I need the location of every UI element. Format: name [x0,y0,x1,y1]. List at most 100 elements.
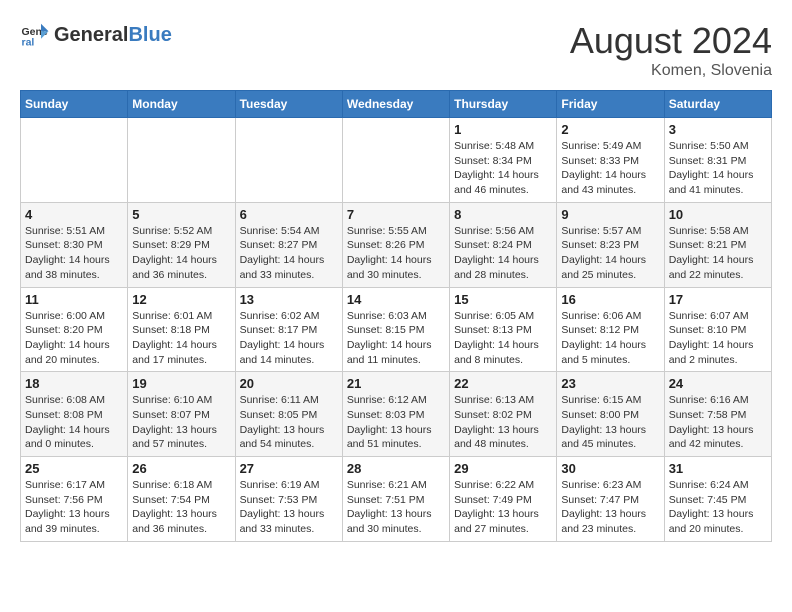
day-number: 9 [561,207,659,222]
logo: Gene ral GeneralBlue [20,20,172,50]
day-info: Sunrise: 6:18 AM Sunset: 7:54 PM Dayligh… [132,478,230,537]
day-cell: 28 Sunrise: 6:21 AM Sunset: 7:51 PM Dayli… [342,457,449,542]
day-info: Sunrise: 6:10 AM Sunset: 8:07 PM Dayligh… [132,393,230,452]
day-number: 6 [240,207,338,222]
day-number: 25 [25,461,123,476]
day-number: 14 [347,292,445,307]
location: Komen, Slovenia [570,62,772,80]
day-number: 4 [25,207,123,222]
day-cell: 13Sunrise: 6:02 AM Sunset: 8:17 PM Dayli… [235,287,342,372]
calendar-table: SundayMondayTuesdayWednesdayThursdayFrid… [20,90,772,542]
weekday-header-tuesday: Tuesday [235,91,342,118]
day-cell: 10Sunrise: 5:58 AM Sunset: 8:21 PM Dayli… [664,202,771,287]
week-row-4: 18 Sunrise: 6:08 AM Sunset: 8:08 PM Dayli… [21,372,772,457]
week-row-1: 1Sunrise: 5:48 AM Sunset: 8:34 PM Daylig… [21,118,772,203]
day-cell: 12Sunrise: 6:01 AM Sunset: 8:18 PM Dayli… [128,287,235,372]
day-cell [342,118,449,203]
day-cell: 26Sunrise: 6:18 AM Sunset: 7:54 PM Dayli… [128,457,235,542]
day-number: 24 [669,376,767,391]
day-number: 19 [132,376,230,391]
logo-icon: Gene ral [20,20,50,50]
day-info: Sunrise: 6:12 AM Sunset: 8:03 PM Dayligh… [347,393,445,452]
page-header: Gene ral GeneralBlue August 2024 Komen, … [20,20,772,80]
day-cell: 30Sunrise: 6:23 AM Sunset: 7:47 PM Dayli… [557,457,664,542]
day-cell: 20Sunrise: 6:11 AM Sunset: 8:05 PM Dayli… [235,372,342,457]
day-info: Sunrise: 5:51 AM Sunset: 8:30 PM Dayligh… [25,224,123,283]
day-cell: 21 Sunrise: 6:12 AM Sunset: 8:03 PM Dayli… [342,372,449,457]
day-cell: 16Sunrise: 6:06 AM Sunset: 8:12 PM Dayli… [557,287,664,372]
day-info: Sunrise: 5:52 AM Sunset: 8:29 PM Dayligh… [132,224,230,283]
day-number: 30 [561,461,659,476]
weekday-header-thursday: Thursday [450,91,557,118]
day-cell: 8 Sunrise: 5:56 AM Sunset: 8:24 PM Daylig… [450,202,557,287]
day-info: Sunrise: 6:16 AM Sunset: 7:58 PM Dayligh… [669,393,767,452]
day-info: Sunrise: 6:08 AM Sunset: 8:08 PM Dayligh… [25,393,123,452]
day-number: 15 [454,292,552,307]
week-row-3: 11 Sunrise: 6:00 AM Sunset: 8:20 PM Dayli… [21,287,772,372]
day-info: Sunrise: 6:07 AM Sunset: 8:10 PM Dayligh… [669,309,767,368]
day-cell: 15 Sunrise: 6:05 AM Sunset: 8:13 PM Dayli… [450,287,557,372]
day-number: 7 [347,207,445,222]
title-area: August 2024 Komen, Slovenia [570,20,772,80]
day-number: 13 [240,292,338,307]
day-info: Sunrise: 5:56 AM Sunset: 8:24 PM Dayligh… [454,224,552,283]
month-year: August 2024 [570,20,772,62]
day-number: 12 [132,292,230,307]
day-number: 11 [25,292,123,307]
day-info: Sunrise: 5:57 AM Sunset: 8:23 PM Dayligh… [561,224,659,283]
day-info: Sunrise: 6:03 AM Sunset: 8:15 PM Dayligh… [347,309,445,368]
day-number: 27 [240,461,338,476]
weekday-header-saturday: Saturday [664,91,771,118]
day-info: Sunrise: 6:11 AM Sunset: 8:05 PM Dayligh… [240,393,338,452]
day-number: 23 [561,376,659,391]
day-cell: 27 Sunrise: 6:19 AM Sunset: 7:53 PM Dayli… [235,457,342,542]
day-cell: 11 Sunrise: 6:00 AM Sunset: 8:20 PM Dayli… [21,287,128,372]
day-number: 29 [454,461,552,476]
day-cell: 17 Sunrise: 6:07 AM Sunset: 8:10 PM Dayli… [664,287,771,372]
day-cell: 4 Sunrise: 5:51 AM Sunset: 8:30 PM Daylig… [21,202,128,287]
day-cell: 5 Sunrise: 5:52 AM Sunset: 8:29 PM Daylig… [128,202,235,287]
day-number: 18 [25,376,123,391]
day-cell: 2 Sunrise: 5:49 AM Sunset: 8:33 PM Daylig… [557,118,664,203]
day-info: Sunrise: 6:05 AM Sunset: 8:13 PM Dayligh… [454,309,552,368]
day-number: 28 [347,461,445,476]
day-info: Sunrise: 5:50 AM Sunset: 8:31 PM Dayligh… [669,139,767,198]
day-info: Sunrise: 5:55 AM Sunset: 8:26 PM Dayligh… [347,224,445,283]
day-info: Sunrise: 6:00 AM Sunset: 8:20 PM Dayligh… [25,309,123,368]
day-number: 1 [454,122,552,137]
day-cell: 6 Sunrise: 5:54 AM Sunset: 8:27 PM Daylig… [235,202,342,287]
day-number: 8 [454,207,552,222]
day-cell [128,118,235,203]
day-number: 10 [669,207,767,222]
day-cell: 23 Sunrise: 6:15 AM Sunset: 8:00 PM Dayli… [557,372,664,457]
day-cell: 18 Sunrise: 6:08 AM Sunset: 8:08 PM Dayli… [21,372,128,457]
day-number: 3 [669,122,767,137]
day-info: Sunrise: 6:13 AM Sunset: 8:02 PM Dayligh… [454,393,552,452]
day-cell: 19 Sunrise: 6:10 AM Sunset: 8:07 PM Dayli… [128,372,235,457]
day-number: 2 [561,122,659,137]
week-row-5: 25 Sunrise: 6:17 AM Sunset: 7:56 PM Dayli… [21,457,772,542]
weekday-header-monday: Monday [128,91,235,118]
day-number: 31 [669,461,767,476]
day-info: Sunrise: 5:54 AM Sunset: 8:27 PM Dayligh… [240,224,338,283]
day-number: 5 [132,207,230,222]
day-cell: 1Sunrise: 5:48 AM Sunset: 8:34 PM Daylig… [450,118,557,203]
day-info: Sunrise: 6:15 AM Sunset: 8:00 PM Dayligh… [561,393,659,452]
weekday-header-friday: Friday [557,91,664,118]
weekday-header-wednesday: Wednesday [342,91,449,118]
day-cell: 25 Sunrise: 6:17 AM Sunset: 7:56 PM Dayli… [21,457,128,542]
day-info: Sunrise: 6:17 AM Sunset: 7:56 PM Dayligh… [25,478,123,537]
weekday-header-row: SundayMondayTuesdayWednesdayThursdayFrid… [21,91,772,118]
day-number: 17 [669,292,767,307]
day-info: Sunrise: 5:49 AM Sunset: 8:33 PM Dayligh… [561,139,659,198]
day-number: 21 [347,376,445,391]
day-info: Sunrise: 6:24 AM Sunset: 7:45 PM Dayligh… [669,478,767,537]
svg-text:ral: ral [22,37,35,49]
day-cell: 14 Sunrise: 6:03 AM Sunset: 8:15 PM Dayli… [342,287,449,372]
logo-blue: Blue [128,24,171,46]
day-cell [21,118,128,203]
day-info: Sunrise: 6:21 AM Sunset: 7:51 PM Dayligh… [347,478,445,537]
day-cell: 9 Sunrise: 5:57 AM Sunset: 8:23 PM Daylig… [557,202,664,287]
day-info: Sunrise: 6:19 AM Sunset: 7:53 PM Dayligh… [240,478,338,537]
day-cell: 24 Sunrise: 6:16 AM Sunset: 7:58 PM Dayli… [664,372,771,457]
